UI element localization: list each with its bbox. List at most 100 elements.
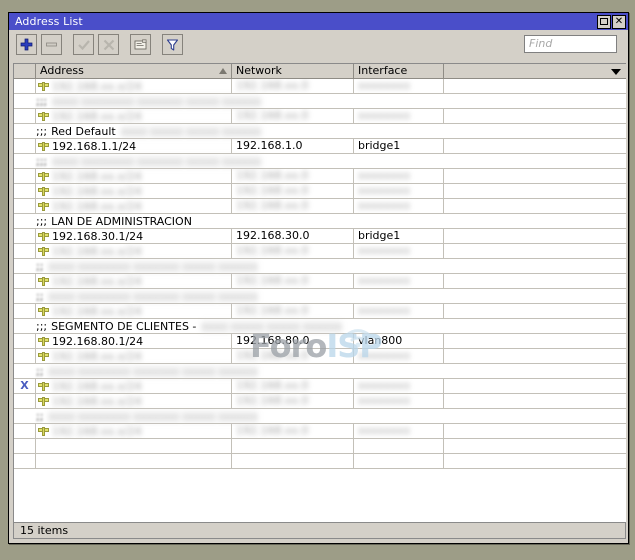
column-header-flag[interactable]: [14, 64, 36, 78]
table-comment-row[interactable]: ;; xxxx xxxxxxxx xxxxxxx xxxxx xxxxxx: [14, 364, 626, 379]
cell-address: 192.168.1.1/24: [36, 139, 232, 154]
cell-network-text: 192.168.xx.0: [236, 169, 309, 182]
cell-network-text: 192.168.30.0: [236, 229, 310, 242]
table-comment-row[interactable]: ;;; xxxx xxxxxxxx xxxxxxx xxxxx xxxxxx: [14, 154, 626, 169]
cell-network-text: 192.168.xx.0: [236, 379, 309, 392]
cell-interface-text: xxxxxxxx: [358, 424, 411, 437]
cell-interface-text: bridge1: [358, 139, 401, 152]
table-comment-row[interactable]: ;;; SEGMENTO DE CLIENTES - xxxx xxxxx xxxx…: [14, 319, 626, 334]
cell-empty: [444, 439, 626, 454]
cell-network-text: 192.168.xx.0: [236, 79, 309, 92]
cell-interface: xxxxxxxx: [354, 199, 444, 214]
table-row[interactable]: 192.168.30.1/24 192.168.30.0 bridge1: [14, 229, 626, 244]
address-table: Address Network Interface 192.168.xx.x/2…: [13, 63, 626, 525]
filter-funnel-icon: [163, 35, 182, 54]
redacted-comment-text: xxxx xxxxxxxx xxxxxxx xxxxx xxxxxx: [52, 94, 262, 108]
cell-extra: [444, 79, 626, 94]
comment-prefix: ;;: [36, 364, 44, 378]
table-comment-row[interactable]: ;;; Red Default xxxx xxxxx xxxxx xxxxxx: [14, 124, 626, 139]
add-icon: [17, 35, 36, 54]
address-pin-icon: [38, 81, 49, 92]
table-row[interactable]: 192.168.xx.x/24 192.168.xx.0 xxxxxxxx: [14, 109, 626, 124]
cell-network: 192.168.xx.0: [232, 424, 354, 439]
search-input[interactable]: Find: [524, 35, 617, 53]
cell-network: 192.168.xx.0: [232, 109, 354, 124]
table-row[interactable]: 192.168.80.1/24 192.168.80.0 vlan800: [14, 334, 626, 349]
cell-interface: xxxxxxxx: [354, 304, 444, 319]
filter-button[interactable]: [162, 34, 183, 55]
row-flag-cell: [14, 304, 36, 319]
cell-interface: xxxxxxxx: [354, 184, 444, 199]
column-header-extra[interactable]: [444, 64, 626, 78]
table-row[interactable]: 192.168.xx.x/24 192.168.xx.0 xxxxxxxx: [14, 304, 626, 319]
cell-interface: vlan800: [354, 334, 444, 349]
address-pin-icon: [38, 396, 49, 407]
cell-network: 192.168.xx.0: [232, 349, 354, 364]
cell-network-text: 192.168.xx.0: [236, 424, 309, 437]
table-row[interactable]: 192.168.xx.x/24 192.168.xx.0 xxxxxxxx: [14, 79, 626, 94]
address-pin-icon: [38, 246, 49, 257]
table-row[interactable]: 192.168.xx.x/24 192.168.xx.0 xxxxxxxx: [14, 349, 626, 364]
row-flag-cell: [14, 244, 36, 259]
table-comment-row[interactable]: ;; xxxx xxxxxxxx xxxxxxx xxxxx xxxxxx: [14, 289, 626, 304]
cell-network-text: 192.168.xx.0: [236, 184, 309, 197]
cell-network: 192.168.xx.0: [232, 79, 354, 94]
maximize-button[interactable]: [597, 14, 611, 29]
table-body: 192.168.xx.x/24 192.168.xx.0 xxxxxxxx;;; xx…: [14, 79, 626, 524]
column-header-interface[interactable]: Interface: [354, 64, 444, 78]
comment-prefix: ;;;: [36, 154, 48, 168]
window-titlebar[interactable]: Address List ✕: [9, 13, 628, 30]
cell-network: 192.168.1.0: [232, 139, 354, 154]
table-comment-row[interactable]: ;;; xxxx xxxxxxxx xxxxxxx xxxxx xxxxxx: [14, 94, 626, 109]
cell-network: 192.168.xx.0: [232, 274, 354, 289]
comment-prefix: ;;;: [36, 94, 48, 108]
cell-interface-text: xxxxxxxx: [358, 379, 411, 392]
cell-address: 192.168.xx.x/24: [36, 109, 232, 124]
column-header-network[interactable]: Network: [232, 64, 354, 78]
row-flag-cell: [14, 424, 36, 439]
remove-icon: [42, 35, 61, 54]
cell-interface-text: xxxxxxxx: [358, 109, 411, 122]
table-row[interactable]: 192.168.xx.x/24 192.168.xx.0 xxxxxxxx: [14, 274, 626, 289]
desktop-background: Address List ✕ Find Address Network Inte…: [0, 0, 635, 560]
cell-interface: xxxxxxxx: [354, 349, 444, 364]
address-pin-icon: [38, 201, 49, 212]
table-comment-row[interactable]: ;; xxxx xxxxxxxx xxxxxxx xxxxx xxxxxx: [14, 409, 626, 424]
enable-button[interactable]: [73, 34, 94, 55]
table-comment-row[interactable]: ;; xxxx xxxxxxxx xxxxxxx xxxxx xxxxxx: [14, 259, 626, 274]
comment-cell: ;;; xxxx xxxxxxxx xxxxxxx xxxxx xxxxxx: [14, 94, 626, 109]
cell-empty: [232, 454, 354, 469]
cell-interface: xxxxxxxx: [354, 274, 444, 289]
comment-button[interactable]: [130, 34, 151, 55]
table-row[interactable]: 192.168.1.1/24 192.168.1.0 bridge1: [14, 139, 626, 154]
table-row[interactable]: X 192.168.xx.x/24 192.168.xx.0 xxxxxxxx: [14, 379, 626, 394]
cell-extra: [444, 304, 626, 319]
disable-button[interactable]: [98, 34, 119, 55]
cell-address-text: 192.168.80.1/24: [52, 334, 144, 348]
cell-extra: [444, 349, 626, 364]
table-row[interactable]: 192.168.xx.x/24 192.168.xx.0 xxxxxxxx: [14, 169, 626, 184]
table-comment-row[interactable]: ;;; LAN DE ADMINISTRACION: [14, 214, 626, 229]
cell-network-text: 192.168.xx.0: [236, 304, 309, 317]
cell-empty: [36, 454, 232, 469]
column-header-address[interactable]: Address: [36, 64, 232, 78]
table-row[interactable]: 192.168.xx.x/24 192.168.xx.0 xxxxxxxx: [14, 424, 626, 439]
cell-network-text: 192.168.xx.0: [236, 199, 309, 212]
cell-empty: [444, 454, 626, 469]
table-row[interactable]: 192.168.xx.x/24 192.168.xx.0 xxxxxxxx: [14, 199, 626, 214]
cell-address: 192.168.xx.x/24: [36, 184, 232, 199]
cell-interface: xxxxxxxx: [354, 109, 444, 124]
add-button[interactable]: [16, 34, 37, 55]
comment-cell: ;;; xxxx xxxxxxxx xxxxxxx xxxxx xxxxxx: [14, 154, 626, 169]
table-row[interactable]: 192.168.xx.x/24 192.168.xx.0 xxxxxxxx: [14, 394, 626, 409]
table-row[interactable]: 192.168.xx.x/24 192.168.xx.0 xxxxxxxx: [14, 184, 626, 199]
cell-extra: [444, 169, 626, 184]
cell-address: 192.168.xx.x/24: [36, 169, 232, 184]
remove-button[interactable]: [41, 34, 62, 55]
cell-address: 192.168.xx.x/24: [36, 394, 232, 409]
table-row[interactable]: 192.168.xx.x/24 192.168.xx.0 xxxxxxxx: [14, 244, 626, 259]
cell-address-text: 192.168.xx.x/24: [52, 244, 142, 258]
cell-extra: [444, 424, 626, 439]
comment-prefix: ;;;: [36, 124, 48, 138]
close-button[interactable]: ✕: [612, 14, 626, 29]
